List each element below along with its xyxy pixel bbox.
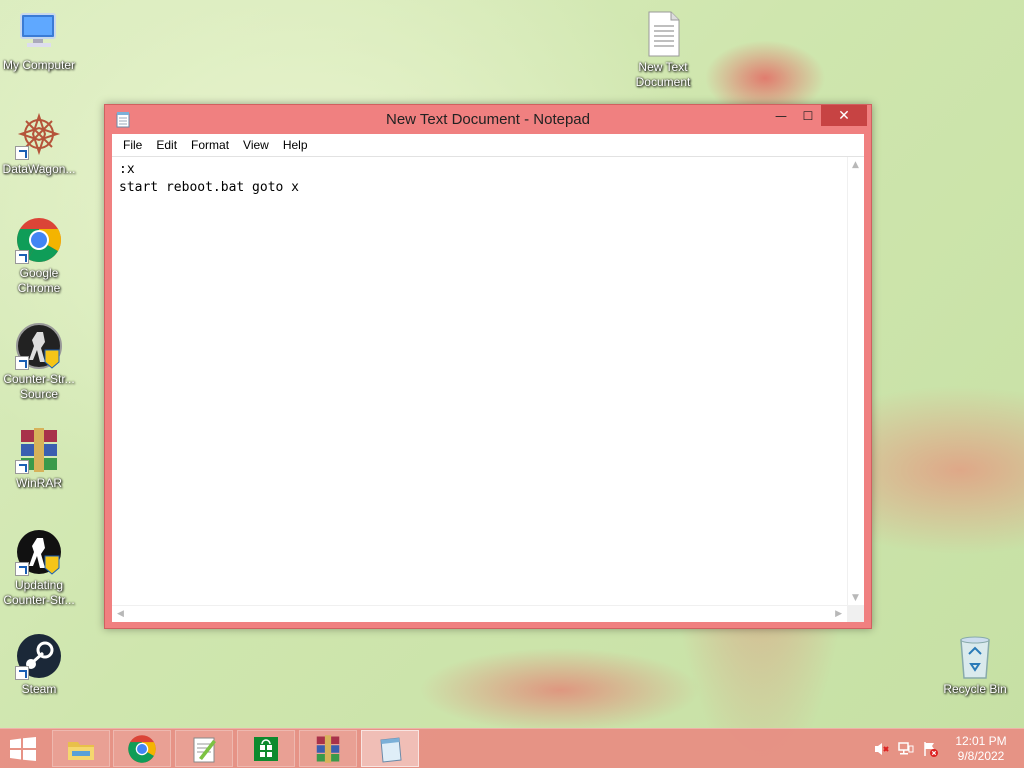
taskbar: 12:01 PM 9/8/2022 [0,728,1024,768]
clock-time: 12:01 PM [955,734,1007,748]
desktop-icon-new-text-document[interactable]: New Text Document [623,10,703,90]
desktop-icon-winrar[interactable]: WinRAR [0,426,79,491]
recycle-bin-icon [951,632,999,680]
vertical-scrollbar[interactable]: ▲ ▼ [847,157,864,606]
datawagon-icon [15,112,63,160]
chrome-icon [15,216,63,264]
taskbar-windows-store[interactable] [237,730,295,767]
minimize-button[interactable]: — [767,105,795,126]
window-title: New Text Document - Notepad [386,111,590,128]
winrar-icon [15,426,63,474]
editor-content[interactable]: :x start reboot.bat goto x [119,161,299,197]
desktop-icon-label: New Text Document [635,60,691,89]
taskbar-file-explorer[interactable] [52,730,110,767]
menu-help[interactable]: Help [276,138,315,152]
chrome-icon [128,734,156,763]
horizontal-scrollbar[interactable]: ◀ ▶ [112,605,847,622]
scrollbar-corner [847,605,864,622]
speaker-muted-icon[interactable] [873,741,889,757]
menu-view[interactable]: View [236,138,276,152]
text-editor[interactable]: :x start reboot.bat goto x ▲ ▼ ◀ ▶ [112,156,864,622]
shortcut-arrow-icon [15,250,29,264]
notepad-icon [380,736,402,763]
text-file-icon [639,10,687,58]
start-button[interactable] [8,737,38,761]
desktop-icon-label: My Computer [2,58,76,72]
steam-icon [15,632,63,680]
scroll-right-icon[interactable]: ▶ [835,609,842,619]
scroll-up-icon[interactable]: ▲ [852,160,859,170]
desktop-icon-steam[interactable]: Steam [0,632,79,697]
notepad-plus-plus-icon [193,737,216,762]
shortcut-arrow-icon [15,666,29,680]
scroll-down-icon[interactable]: ▼ [852,593,859,603]
shortcut-arrow-icon [15,356,29,370]
desktop-icon-updating-counter-strike[interactable]: Updating Counter-Str... [0,528,79,608]
shortcut-arrow-icon [15,146,29,160]
store-icon [254,736,278,761]
winrar-icon [316,734,340,763]
notepad-window[interactable]: New Text Document - Notepad — ☐ ✕ File E… [104,104,872,629]
desktop-icon-label: DataWagon... [2,162,76,176]
menu-bar: File Edit Format View Help [112,134,864,156]
scroll-left-icon[interactable]: ◀ [117,609,124,619]
counter-strike-icon [15,528,63,576]
taskbar-notepad[interactable] [361,730,419,767]
desktop-icon-my-computer[interactable]: My Computer [0,8,79,73]
menu-file[interactable]: File [116,138,149,152]
menu-format[interactable]: Format [184,138,236,152]
menu-edit[interactable]: Edit [149,138,184,152]
file-explorer-icon [68,741,94,760]
action-center-flag-icon[interactable] [922,741,938,757]
desktop-icon-label: Google Chrome [17,266,61,295]
desktop-icon-counter-strike-source[interactable]: Counter-Str... Source [0,322,79,402]
system-clock[interactable]: 12:01 PM 9/8/2022 [948,734,1014,764]
desktop-icon-label: Counter-Str... Source [3,372,75,401]
desktop-icon-label: Updating Counter-Str... [3,578,75,607]
desktop-icon-recycle-bin[interactable]: Recycle Bin [935,632,1015,697]
desktop-icon-label: WinRAR [15,476,62,490]
clock-date: 9/8/2022 [957,749,1005,763]
desktop-icon-datawagon[interactable]: DataWagon... [0,112,79,177]
taskbar-winrar[interactable] [299,730,357,767]
title-bar[interactable]: New Text Document - Notepad — ☐ ✕ [105,105,871,134]
desktop-icon-google-chrome[interactable]: Google Chrome [0,216,79,296]
close-button[interactable]: ✕ [821,105,867,126]
taskbar-notepad-plus-plus[interactable] [175,730,233,767]
network-icon[interactable] [898,741,914,757]
computer-icon [15,8,63,56]
counter-strike-icon [15,322,63,370]
shortcut-arrow-icon [15,562,29,576]
taskbar-google-chrome[interactable] [113,730,171,767]
desktop-icon-label: Recycle Bin [943,682,1007,696]
shortcut-arrow-icon [15,460,29,474]
maximize-button[interactable]: ☐ [794,105,822,126]
desktop-icon-label: Steam [21,682,57,696]
